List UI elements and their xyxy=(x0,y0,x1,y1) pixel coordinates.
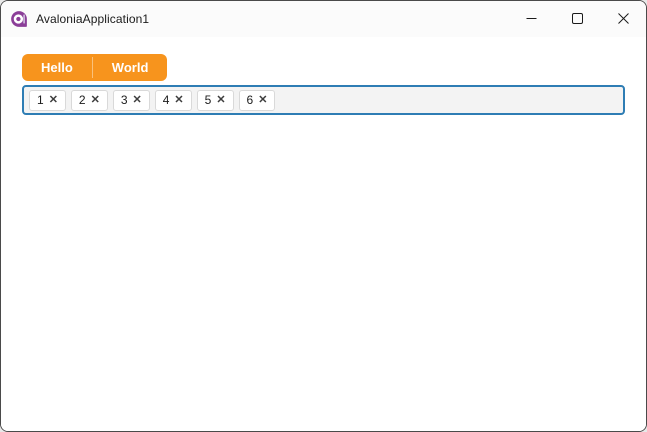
world-button[interactable]: World xyxy=(93,54,168,81)
hello-button[interactable]: Hello xyxy=(22,54,92,81)
tag-label: 1 xyxy=(37,93,44,107)
remove-tag-icon[interactable]: ✕ xyxy=(91,94,100,106)
tag-chip: 2 ✕ xyxy=(70,89,108,111)
tag-label: 2 xyxy=(78,93,86,107)
tags-input[interactable]: 1 ✕ 2 ✕ 3 ✕ 4 ✕ 5 ✕ 6 ✕ xyxy=(22,85,625,115)
avalonia-logo-icon xyxy=(10,10,28,28)
maximize-button[interactable] xyxy=(554,1,600,37)
remove-tag-icon[interactable]: ✕ xyxy=(49,94,58,106)
close-button[interactable] xyxy=(600,1,646,37)
remove-tag-icon[interactable]: ✕ xyxy=(258,94,267,106)
remove-tag-icon[interactable]: ✕ xyxy=(174,94,183,106)
remove-tag-icon[interactable]: ✕ xyxy=(216,94,225,106)
hello-world-split-button: Hello World xyxy=(22,54,168,81)
tag-chip: 6 ✕ xyxy=(238,89,276,111)
tag-chip: 5 ✕ xyxy=(196,89,234,111)
tag-label: 6 xyxy=(246,93,254,107)
remove-tag-icon[interactable]: ✕ xyxy=(133,94,142,106)
content-area: Hello World 1 ✕ 2 ✕ 3 ✕ 4 ✕ 5 ✕ 6 ✕ xyxy=(1,37,646,431)
maximize-icon xyxy=(571,12,583,27)
tag-label: 5 xyxy=(204,93,212,107)
minimize-button[interactable] xyxy=(508,1,554,37)
tag-chip: 4 ✕ xyxy=(154,89,192,111)
tag-chip: 1 ✕ xyxy=(29,89,66,111)
tag-label: 3 xyxy=(120,93,128,107)
minimize-icon xyxy=(526,12,537,27)
window-controls xyxy=(508,1,646,37)
close-icon xyxy=(617,12,629,27)
tag-label: 4 xyxy=(162,93,170,107)
window-title: AvaloniaApplication1 xyxy=(36,12,150,26)
app-window: AvaloniaApplication1 Hello World 1 ✕ 2 ✕… xyxy=(0,0,647,432)
tag-chip: 3 ✕ xyxy=(112,89,150,111)
titlebar[interactable]: AvaloniaApplication1 xyxy=(1,1,646,37)
